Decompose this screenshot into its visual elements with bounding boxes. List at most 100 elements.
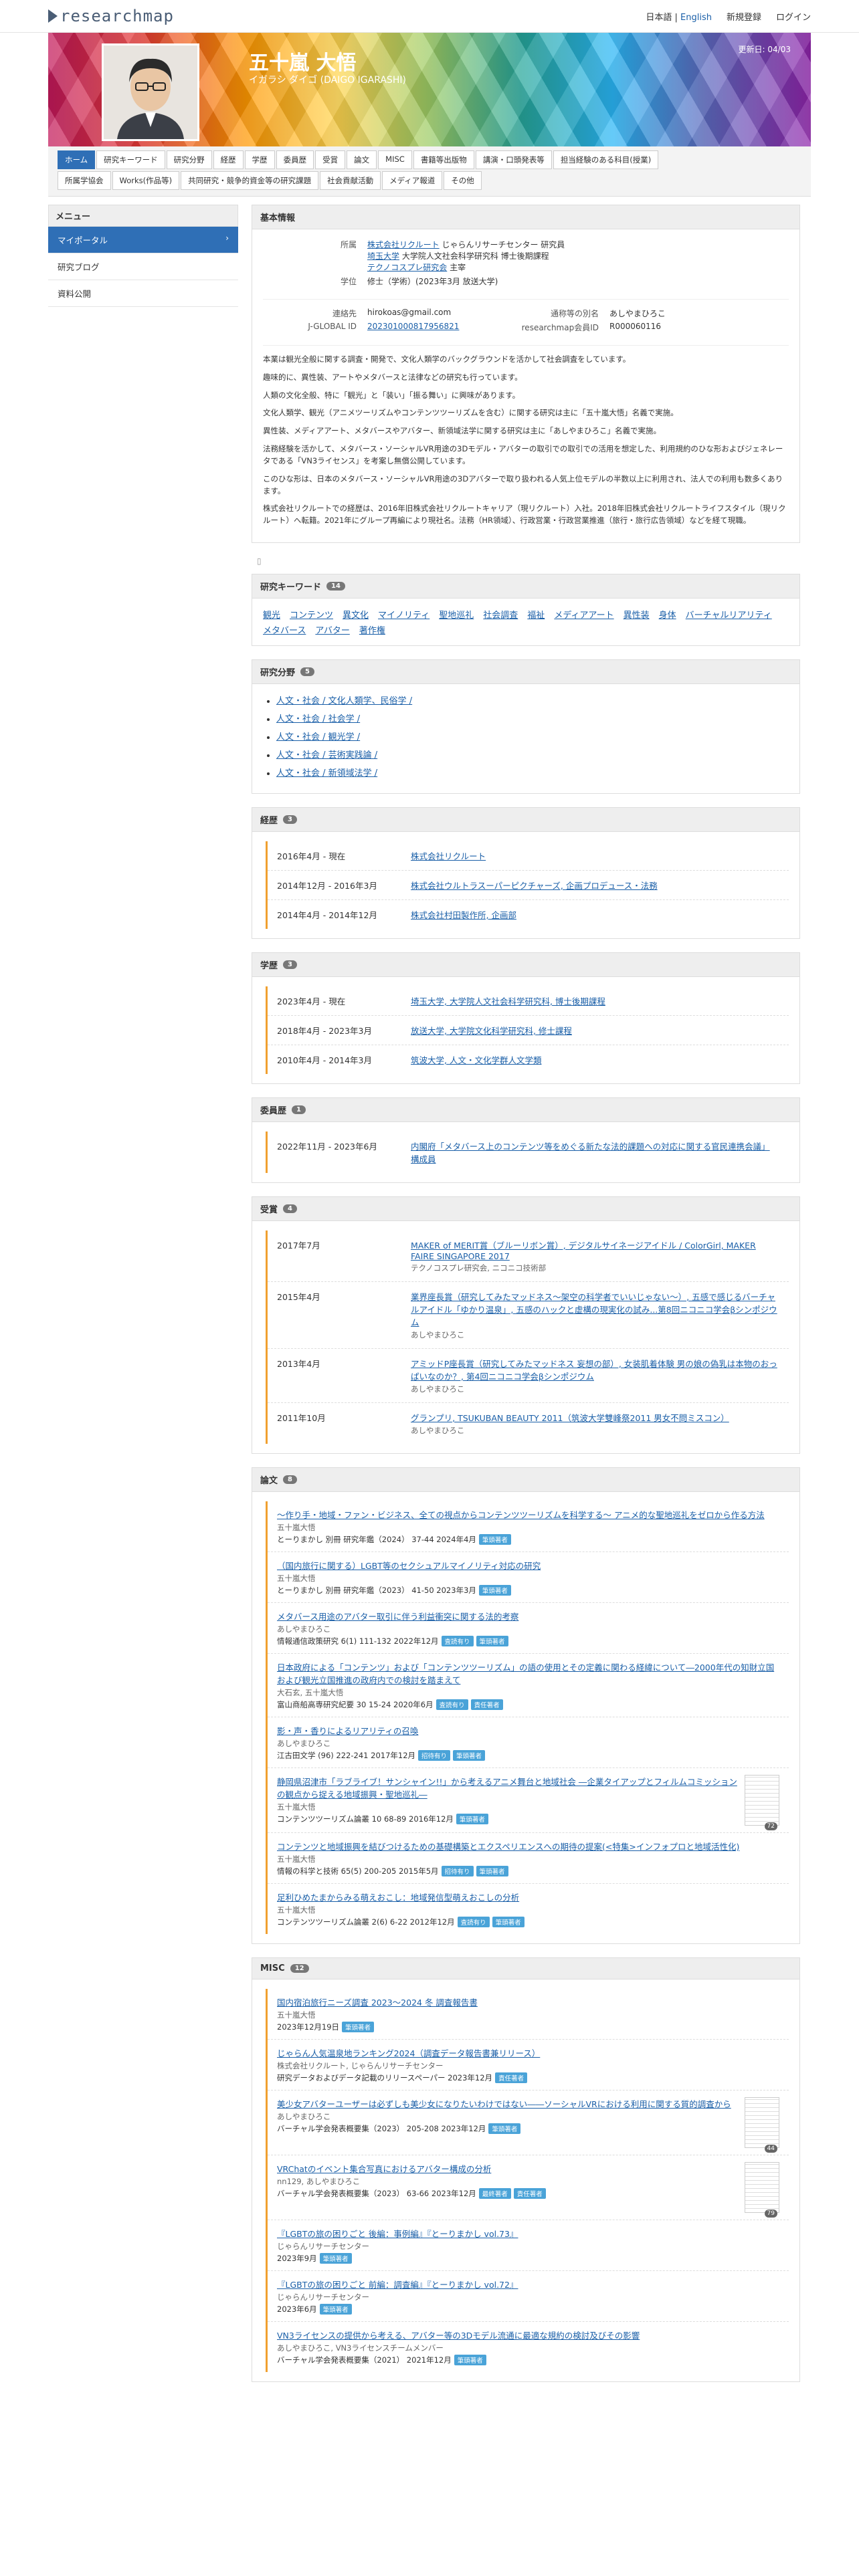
publication-title-link[interactable]: コンテンツと地域振興を結びつけるための基礎構築とエクスペリエンスへの期待の提案(… xyxy=(277,1842,739,1852)
item-link[interactable]: 放送大学, 大学院文化科学研究科, 修士課程 xyxy=(411,1026,572,1036)
list-item: 2016年4月 - 現在 株式会社リクルート xyxy=(268,841,789,871)
document-thumbnail[interactable]: 72 xyxy=(745,1774,779,1830)
publication-title-link[interactable]: 『LGBTの旅の困りごと 前編：調査編』『とーりまかし vol.72』 xyxy=(277,2280,518,2290)
item-link[interactable]: 業界座長賞（研究してみたマッドネス〜架空の科学者でいいじゃない〜）, 五感で感じ… xyxy=(411,1292,777,1327)
keyword-link[interactable]: 著作権 xyxy=(359,623,385,636)
register-link[interactable]: 新規登録 xyxy=(727,10,761,23)
keyword-link[interactable]: メタバース xyxy=(263,623,306,636)
publication-title-link[interactable]: 影・声・香りによるリアリティの召喚 xyxy=(277,1726,418,1736)
keyword-link[interactable]: アバター xyxy=(315,623,349,636)
publication-title-link[interactable]: VRChatのイベント集合写真におけるアバター構成の分析 xyxy=(277,2164,491,2174)
lang-en-link[interactable]: English xyxy=(680,13,712,23)
field-link[interactable]: 人文・社会 / 芸術実践論 / xyxy=(276,750,377,760)
affiliation-link[interactable]: テクノコスプレ研究会 xyxy=(367,263,447,272)
item-content: 筑波大学, 人文・文化学群人文学類 xyxy=(411,1053,779,1066)
basic-info-panel: 基本情報 所属 株式会社リクルート じゃらんリサーチセンター 研究員 埼玉大学 … xyxy=(252,205,800,543)
sidebar-item-portal[interactable]: マイポータル › xyxy=(48,227,238,253)
publication-title-link[interactable]: 美少女アバターユーザーは必ずしも美少女になりたいわけではない――ソーシャルVRに… xyxy=(277,2099,731,2109)
affiliation-link[interactable]: 埼玉大学 xyxy=(367,251,399,261)
updated-date: 更新日: 04/03 xyxy=(738,45,791,54)
tab-item[interactable]: 経歴 xyxy=(213,150,244,169)
publication-row: メタバース用途のアバター取引に伴う利益衝突に関する法的考察 あしやまひろこ 情報通信… xyxy=(268,1603,789,1654)
keyword-link[interactable]: 観光 xyxy=(263,608,280,621)
item-link[interactable]: 株式会社ウルトラスーパーピクチャーズ, 企画プロデュース・法務 xyxy=(411,881,658,891)
tab-item[interactable]: 学歴 xyxy=(244,150,275,169)
publication-title-link[interactable]: 日本政府による「コンテンツ」および「コンテンツツーリズム」の語の使用とその定義に… xyxy=(277,1662,774,1685)
item-date: 2014年12月 - 2016年3月 xyxy=(277,880,377,891)
tab-item[interactable]: 論文 xyxy=(347,150,377,169)
publication-citation: 情報の科学と技術 65(5) 200-205 2015年5月 xyxy=(277,1866,439,1876)
keyword-link[interactable]: 聖地巡礼 xyxy=(439,608,474,621)
list-item: 2015年4月 業界座長賞（研究してみたマッドネス〜架空の科学者でいいじゃない〜）… xyxy=(268,1282,789,1349)
list-item: 2011年10月 グランプリ, TSUKUBAN BEAUTY 2011（筑波大学… xyxy=(268,1403,789,1444)
lang-ja[interactable]: 日本語 xyxy=(646,13,672,23)
publication-author: 五十嵐大悟 xyxy=(277,1573,316,1583)
publication-title-link[interactable]: 足利ひめたまからみる萌えおこし：地域発信型萌えおこしの分析 xyxy=(277,1893,519,1903)
document-thumbnail[interactable]: 79 xyxy=(745,2161,779,2218)
jglobal-link[interactable]: 202301000817956821 xyxy=(367,322,501,333)
tab-item[interactable]: 講演・口頭発表等 xyxy=(475,150,552,169)
document-thumbnail[interactable]: 44 xyxy=(745,2097,779,2153)
publication-title-link[interactable]: 国内宿泊旅行ニーズ調査 2023〜2024 冬 調査報告書 xyxy=(277,1998,478,2008)
sidebar-item-blog[interactable]: 研究ブログ xyxy=(48,253,238,280)
item-link[interactable]: グランプリ, TSUKUBAN BEAUTY 2011（筑波大学雙峰祭2011 … xyxy=(411,1413,729,1423)
tab-item[interactable]: 受賞 xyxy=(315,150,346,169)
item-link[interactable]: 株式会社リクルート xyxy=(411,851,486,861)
publication-row: 〜作り手・地域・ファン・ビジネス、全ての視点からコンテンツツーリズムを科学する〜… xyxy=(268,1501,789,1552)
publication-title-link[interactable]: 『LGBTの旅の困りごと 後編：事例編』『とーりまかし vol.73』 xyxy=(277,2229,518,2239)
publication-meta: 2023年6月 筆頭著者 xyxy=(277,2303,779,2315)
item-link[interactable]: 株式会社村田製作所, 企画部 xyxy=(411,910,516,920)
count-badge: 5 xyxy=(300,667,314,676)
tab-item[interactable]: MISC xyxy=(378,150,412,169)
field-link[interactable]: 人文・社会 / 新領域法学 / xyxy=(276,768,377,778)
publication-row: 国内宿泊旅行ニーズ調査 2023〜2024 冬 調査報告書 五十嵐大悟 2023年1… xyxy=(268,1989,789,2040)
education-panel: 学歴 3 2023年4月 - 現在 埼玉大学, 大学院人文社会科学研究科, 博士後期… xyxy=(252,952,800,1084)
tab-item[interactable]: 社会貢献活動 xyxy=(320,171,381,190)
keyword-list: 観光 コンテンツ 異文化 マイノリティ 聖地巡礼 社会調査 福祉 メディアアート 異性装 身体 バー… xyxy=(263,608,789,636)
keyword-link[interactable]: メディアアート xyxy=(554,608,613,621)
publication-title-link[interactable]: メタバース用途のアバター取引に伴う利益衝突に関する法的考察 xyxy=(277,1612,518,1622)
tab-item[interactable]: 共同研究・競争的資金等の研究課題 xyxy=(181,171,319,190)
tab-item[interactable]: その他 xyxy=(444,171,482,190)
tab-item[interactable]: 書籍等出版物 xyxy=(413,150,474,169)
collapse-icon[interactable]: ▯ xyxy=(257,556,795,566)
item-link[interactable]: 埼玉大学, 大学院人文社会科学研究科, 博士後期課程 xyxy=(411,996,605,1006)
keyword-link[interactable]: バーチャルリアリティ xyxy=(686,608,772,621)
item-author: テクノコスプレ研究会, ニコニコ技術部 xyxy=(411,1263,547,1273)
publication-title-link[interactable]: （国内旅行に関する）LGBT等のセクシュアルマイノリティ対応の研究 xyxy=(277,1561,541,1571)
publication-title-link[interactable]: 〜作り手・地域・ファン・ビジネス、全ての視点からコンテンツツーリズムを科学する〜… xyxy=(277,1510,765,1520)
item-link[interactable]: 内閣府「メタバース上のコンテンツ等をめぐる新たな法的課題への対応に関する官民連携… xyxy=(411,1142,770,1164)
publication-citation: 江古田文学 (96) 222-241 2017年12月 xyxy=(277,1750,416,1760)
tab-item[interactable]: 担当経験のある科目(授業) xyxy=(553,150,659,169)
affiliation-link[interactable]: 株式会社リクルート xyxy=(367,240,440,249)
publication-title-link[interactable]: じゃらん人気温泉地ランキング2024（調査データ報告書兼リリース） xyxy=(277,2048,540,2058)
keyword-link[interactable]: 福祉 xyxy=(527,608,545,621)
tab-item[interactable]: メディア報道 xyxy=(382,171,443,190)
keyword-link[interactable]: マイノリティ xyxy=(378,608,430,621)
affiliation-grid: 所属 株式会社リクルート じゃらんリサーチセンター 研究員 埼玉大学 大学院人文… xyxy=(263,239,789,287)
tab-item[interactable]: 所属学協会 xyxy=(58,171,111,190)
tab-item[interactable]: Works(作品等) xyxy=(112,171,180,190)
item-link[interactable]: アミッドP座長賞（研究してみたマッドネス 妄想の部）, 女装肌着体験 男の娘の偽… xyxy=(411,1359,777,1382)
field-link[interactable]: 人文・社会 / 観光学 / xyxy=(276,732,360,742)
item-content: 業界座長賞（研究してみたマッドネス〜架空の科学者でいいじゃない〜）, 五感で感じ… xyxy=(411,1290,779,1340)
item-link[interactable]: 筑波大学, 人文・文化学群人文学類 xyxy=(411,1055,541,1065)
tab-item[interactable]: 研究キーワード xyxy=(96,150,165,169)
keyword-link[interactable]: 社会調査 xyxy=(483,608,518,621)
tab-item[interactable]: 委員歴 xyxy=(276,150,314,169)
item-link[interactable]: MAKER of MERIT賞（ブルーリボン賞）, デジタルサイネージアイドル … xyxy=(411,1241,756,1261)
keyword-link[interactable]: 身体 xyxy=(659,608,676,621)
researchmap-logo[interactable]: researchmap xyxy=(48,7,174,25)
field-link[interactable]: 人文・社会 / 社会学 / xyxy=(276,714,360,724)
keyword-link[interactable]: 異性装 xyxy=(624,608,650,621)
field-link[interactable]: 人文・社会 / 文化人類学、民俗学 / xyxy=(276,696,412,706)
publication-title-link[interactable]: 静岡県沼津市「ラブライブ！サンシャイン!!」から考えるアニメ舞台と地域社会 ―企… xyxy=(277,1777,737,1800)
tab-item[interactable]: ホーム xyxy=(58,150,96,169)
tab-item[interactable]: 研究分野 xyxy=(166,150,212,169)
publication-title-link[interactable]: VN3ライセンスの提供から考える、アバター等の3Dモデル流通に最適な規約の検討及… xyxy=(277,2331,640,2341)
item-content: 埼玉大学, 大学院人文社会科学研究科, 博士後期課程 xyxy=(411,994,779,1007)
login-link[interactable]: ログイン xyxy=(776,10,811,23)
keyword-link[interactable]: コンテンツ xyxy=(290,608,333,621)
keyword-link[interactable]: 異文化 xyxy=(343,608,369,621)
sidebar-item-materials[interactable]: 資料公開 xyxy=(48,280,238,307)
